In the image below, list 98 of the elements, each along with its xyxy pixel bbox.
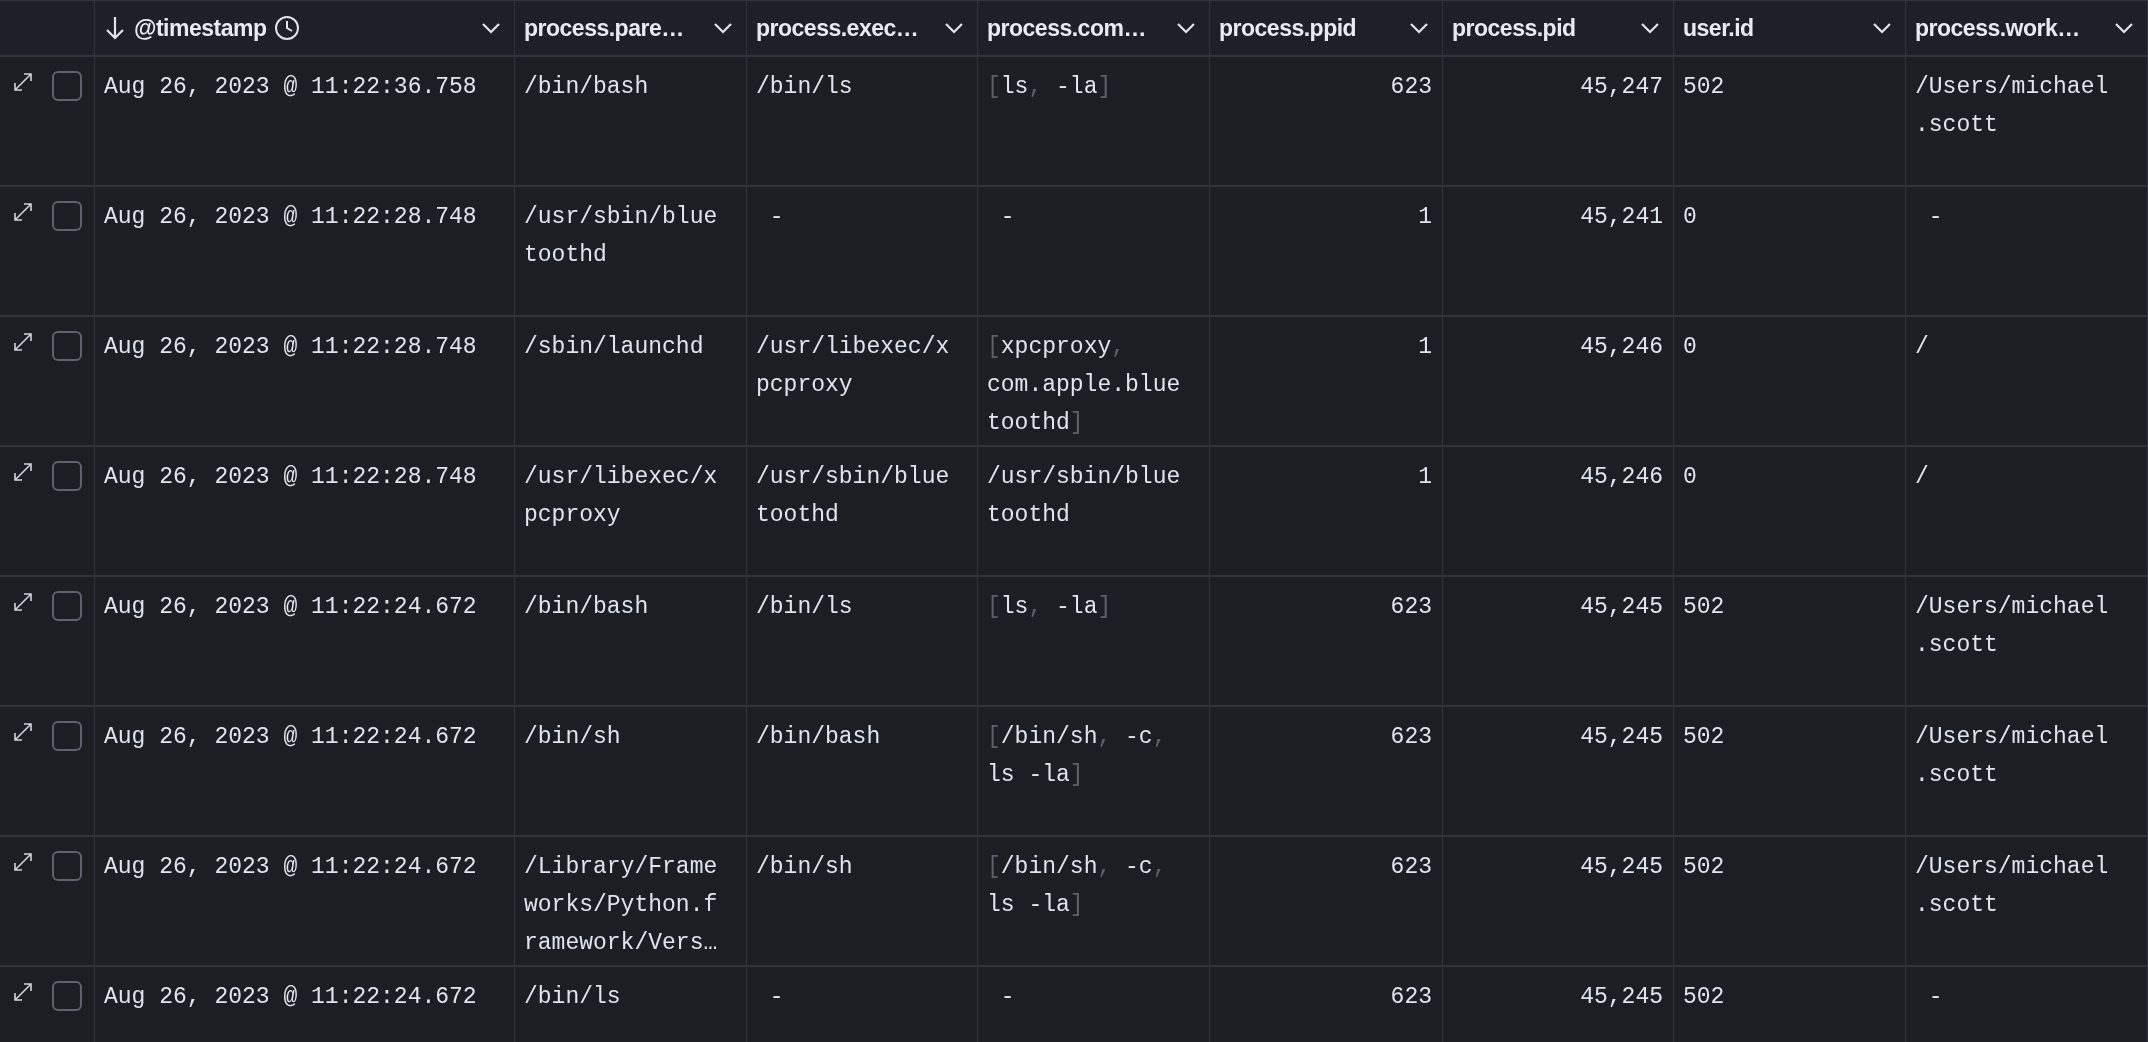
row-checkbox[interactable] [52,331,82,361]
caret-icon[interactable] [2113,21,2135,35]
table-cell-text: 623 [1390,983,1432,1012]
table-cell-text: - [999,203,1015,232]
column-header[interactable]: process.com… [978,0,1210,57]
column-header[interactable]: process.pare… [515,0,747,57]
expand-icon[interactable] [12,981,34,1003]
expand-icon[interactable] [12,201,34,223]
table-cell-text: 502 [1683,593,1725,622]
table-cell-text: 45,245 [1580,983,1663,1012]
table-cell-text: /bin/ls [756,73,853,102]
column-header[interactable]: process.pid [1443,0,1674,57]
table-cell-text: 0 [1683,203,1697,232]
table-cell-text: /bin/bash [524,593,649,622]
table-cell-text: /bin/sh [524,723,621,752]
table-cell-text: Aug 26, 2023 @ 11:22:28.748 [104,463,477,492]
caret-icon[interactable] [943,21,965,35]
table-cell-text: 45,246 [1580,333,1663,362]
expand-icon[interactable] [12,851,34,873]
row-checkbox[interactable] [52,461,82,491]
table-cell-text: 502 [1683,723,1725,752]
table-cell-text: /usr/sbin/bluetoothd [524,203,719,270]
table-cell-text: - [768,203,784,232]
row-checkbox[interactable] [52,981,82,1011]
row-checkbox[interactable] [52,591,82,621]
table-cell-text: 0 [1683,333,1697,362]
column-header[interactable]: @timestamp [95,0,515,57]
table-cell-text: 623 [1390,853,1432,882]
table-cell-text: /bin/ls [524,983,621,1012]
caret-icon[interactable] [1408,21,1430,35]
table-cell-text: 45,247 [1580,73,1663,102]
table-cell-text: 502 [1683,983,1725,1012]
table-cell-text: /bin/ls [756,593,853,622]
table-cell-text: 502 [1683,853,1725,882]
table-cell-text: 1 [1418,203,1432,232]
table-cell-text: 45,246 [1580,463,1663,492]
clock-icon [274,15,301,41]
row-checkbox[interactable] [52,71,82,101]
table-cell-text: 45,245 [1580,723,1663,752]
table-cell-text: / [1915,333,1929,362]
table-cell-text: [xpcproxy, com.apple.bluetoothd] [987,333,1182,438]
column-header[interactable]: user.id [1674,0,1906,57]
table-cell-text: [ls, -la] [987,593,1112,622]
column-header[interactable]: process.work… [1906,0,2148,57]
table-cell-text: /usr/libexec/xpcproxy [756,333,951,400]
table-cell-text: /usr/sbin/bluetoothd [756,463,951,530]
expand-icon[interactable] [12,461,34,483]
caret-icon[interactable] [1871,21,1893,35]
expand-icon[interactable] [12,71,34,93]
table-cell-text: [ls, -la] [987,73,1112,102]
row-checkbox[interactable] [52,721,82,751]
table-cell-text: /sbin/launchd [524,333,704,362]
column-header[interactable]: process.exec… [747,0,978,57]
table-cell-text: /Users/michael.scott [1915,73,2110,140]
table-cell-text: / [1915,463,1929,492]
table-cell-text: Aug 26, 2023 @ 11:22:24.672 [104,723,477,752]
table-cell-text: 45,245 [1580,593,1663,622]
table-cell-text: /usr/libexec/xpcproxy [524,463,719,530]
table-cell-text: [/bin/sh, -c, ls -la] [987,853,1168,920]
table-cell-text: /Users/michael.scott [1915,593,2110,660]
table-cell-text: - [1927,983,1943,1012]
table-cell-text: /Users/michael.scott [1915,853,2110,920]
table-cell-text: Aug 26, 2023 @ 11:22:24.672 [104,593,477,622]
table-cell-text: /Library/Frameworks/Python.framework/Vers… [524,853,719,958]
table-cell-text: 1 [1418,333,1432,362]
table-cell-text: - [1927,203,1943,232]
table-cell-text: /bin/bash [756,723,881,752]
sort-arrow-icon[interactable] [104,15,126,41]
table-cell-text: 623 [1390,73,1432,102]
caret-icon[interactable] [1639,21,1661,35]
table-cell-text: 623 [1390,723,1432,752]
table-cell-text: Aug 26, 2023 @ 11:22:24.672 [104,853,477,882]
table-cell-text: Aug 26, 2023 @ 11:22:28.748 [104,203,477,232]
column-header[interactable]: process.ppid [1210,0,1443,57]
table-cell-text: Aug 26, 2023 @ 11:22:24.672 [104,983,477,1012]
table-cell-text: /bin/sh [756,853,853,882]
table-cell-text: 1 [1418,463,1432,492]
table-cell-text: /usr/sbin/bluetoothd [987,463,1182,530]
caret-icon[interactable] [480,21,502,35]
table-cell-text: [/bin/sh, -c, ls -la] [987,723,1168,790]
row-checkbox[interactable] [52,201,82,231]
table-cell-text: /Users/michael.scott [1915,723,2110,790]
expand-icon[interactable] [12,721,34,743]
table-cell-text: 45,241 [1580,203,1663,232]
table-cell-text: Aug 26, 2023 @ 11:22:36.758 [104,73,477,102]
table-cell-text: 0 [1683,463,1697,492]
table-cell-text: 45,245 [1580,853,1663,882]
table-cell-text: 502 [1683,73,1725,102]
table-cell-text: /bin/bash [524,73,649,102]
row-checkbox[interactable] [52,851,82,881]
table-cell-text: 623 [1390,593,1432,622]
table-cell-text: Aug 26, 2023 @ 11:22:28.748 [104,333,477,362]
table-cell-text: - [999,983,1015,1012]
table-cell-text: - [768,983,784,1012]
expand-icon[interactable] [12,331,34,353]
caret-icon[interactable] [1175,21,1197,35]
expand-icon[interactable] [12,591,34,613]
caret-icon[interactable] [712,21,734,35]
